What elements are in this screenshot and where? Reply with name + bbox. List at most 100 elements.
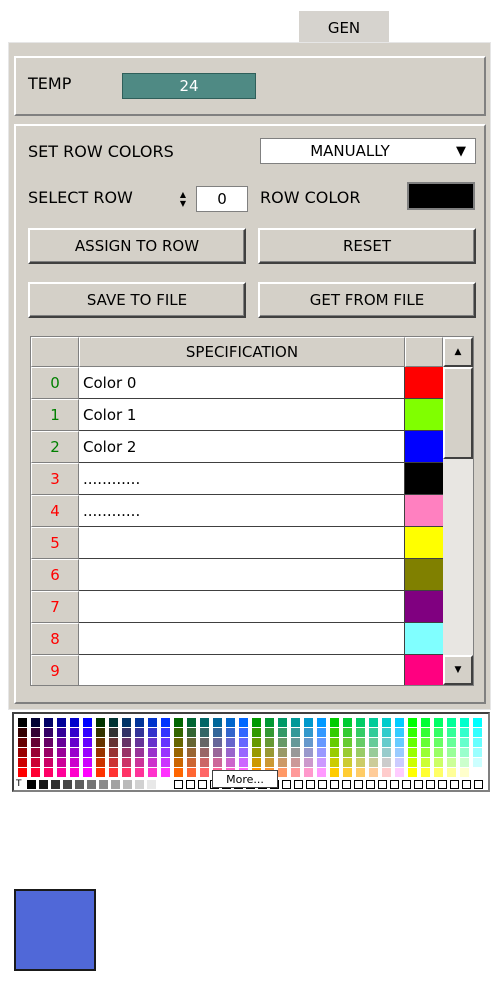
scroll-thumb[interactable] — [443, 367, 473, 459]
row-specification[interactable]: Color 2 — [79, 431, 405, 463]
palette-swatch[interactable] — [187, 758, 196, 767]
palette-swatch[interactable] — [395, 758, 404, 767]
palette-swatch[interactable] — [395, 718, 404, 727]
palette-swatch[interactable] — [304, 738, 313, 747]
row-color-swatch[interactable] — [407, 182, 475, 210]
palette-swatch[interactable] — [31, 768, 40, 777]
row-color-cell[interactable] — [405, 623, 443, 655]
palette-swatch[interactable] — [239, 728, 248, 737]
palette-swatch[interactable] — [18, 728, 27, 737]
palette-swatch[interactable] — [122, 768, 131, 777]
palette-swatch[interactable] — [395, 748, 404, 757]
palette-swatch[interactable] — [278, 738, 287, 747]
palette-swatch[interactable] — [31, 748, 40, 757]
palette-swatch[interactable] — [421, 728, 430, 737]
palette-swatch[interactable] — [57, 768, 66, 777]
palette-swatch[interactable] — [70, 768, 79, 777]
palette-swatch[interactable] — [226, 738, 235, 747]
palette-swatch[interactable] — [317, 728, 326, 737]
palette-swatch[interactable] — [369, 748, 378, 757]
palette-swatch[interactable] — [31, 718, 40, 727]
gray-swatch[interactable] — [75, 780, 84, 789]
row-index[interactable]: 8 — [31, 623, 79, 655]
palette-swatch[interactable] — [83, 768, 92, 777]
palette-swatch[interactable] — [18, 718, 27, 727]
row-color-cell[interactable] — [405, 527, 443, 559]
palette-swatch[interactable] — [96, 728, 105, 737]
palette-swatch[interactable] — [343, 738, 352, 747]
palette-swatch[interactable] — [226, 718, 235, 727]
custom-color-slot[interactable] — [462, 780, 471, 789]
palette-swatch[interactable] — [356, 718, 365, 727]
custom-color-slot[interactable] — [438, 780, 447, 789]
save-to-file-button[interactable]: SAVE TO FILE — [28, 282, 246, 318]
palette-swatch[interactable] — [213, 728, 222, 737]
palette-swatch[interactable] — [96, 768, 105, 777]
gray-swatch[interactable] — [63, 780, 72, 789]
palette-swatch[interactable] — [57, 738, 66, 747]
gray-swatch[interactable] — [51, 780, 60, 789]
palette-swatch[interactable] — [382, 748, 391, 757]
palette-swatch[interactable] — [369, 718, 378, 727]
table-scrollbar[interactable]: ▲ ▼ — [443, 337, 473, 685]
custom-color-slot[interactable] — [282, 780, 291, 789]
palette-swatch[interactable] — [330, 738, 339, 747]
palette-swatch[interactable] — [304, 758, 313, 767]
palette-swatch[interactable] — [161, 718, 170, 727]
palette-swatch[interactable] — [161, 768, 170, 777]
palette-swatch[interactable] — [291, 718, 300, 727]
row-index[interactable]: 4 — [31, 495, 79, 527]
palette-swatch[interactable] — [447, 768, 456, 777]
palette-swatch[interactable] — [434, 748, 443, 757]
palette-swatch[interactable] — [70, 738, 79, 747]
palette-swatch[interactable] — [252, 718, 261, 727]
row-specification[interactable] — [79, 591, 405, 623]
palette-swatch[interactable] — [265, 718, 274, 727]
custom-color-slot[interactable] — [198, 780, 207, 789]
palette-swatch[interactable] — [161, 738, 170, 747]
table-row[interactable]: 0 Color 0 — [31, 367, 443, 399]
palette-swatch[interactable] — [408, 738, 417, 747]
palette-swatch[interactable] — [434, 738, 443, 747]
palette-swatch[interactable] — [18, 758, 27, 767]
palette-swatch[interactable] — [226, 728, 235, 737]
row-color-cell[interactable] — [405, 559, 443, 591]
palette-swatch[interactable] — [317, 738, 326, 747]
palette-swatch[interactable] — [83, 758, 92, 767]
palette-swatch[interactable] — [174, 758, 183, 767]
palette-swatch[interactable] — [343, 758, 352, 767]
row-color-cell[interactable] — [405, 431, 443, 463]
transparent-swatch[interactable]: T — [16, 780, 25, 789]
palette-swatch[interactable] — [343, 718, 352, 727]
palette-swatch[interactable] — [70, 758, 79, 767]
custom-color-slot[interactable] — [318, 780, 327, 789]
custom-color-slot[interactable] — [342, 780, 351, 789]
palette-swatch[interactable] — [291, 758, 300, 767]
get-from-file-button[interactable]: GET FROM FILE — [258, 282, 476, 318]
palette-swatch[interactable] — [330, 748, 339, 757]
custom-color-slot[interactable] — [474, 780, 483, 789]
palette-swatch[interactable] — [421, 768, 430, 777]
palette-swatch[interactable] — [317, 718, 326, 727]
palette-swatch[interactable] — [213, 758, 222, 767]
palette-swatch[interactable] — [213, 738, 222, 747]
palette-swatch[interactable] — [369, 758, 378, 767]
custom-color-slot[interactable] — [186, 780, 195, 789]
row-index[interactable]: 6 — [31, 559, 79, 591]
palette-swatch[interactable] — [278, 758, 287, 767]
palette-swatch[interactable] — [447, 748, 456, 757]
palette-swatch[interactable] — [57, 718, 66, 727]
palette-swatch[interactable] — [18, 748, 27, 757]
palette-swatch[interactable] — [109, 768, 118, 777]
row-index[interactable]: 9 — [31, 655, 79, 685]
gray-swatch[interactable] — [99, 780, 108, 789]
row-specification[interactable]: ............ — [79, 495, 405, 527]
palette-swatch[interactable] — [252, 738, 261, 747]
select-row-input[interactable]: 0 — [196, 186, 248, 212]
chevron-down-icon[interactable]: ▼ — [447, 139, 475, 163]
custom-color-slot[interactable] — [426, 780, 435, 789]
palette-swatch[interactable] — [83, 728, 92, 737]
row-color-cell[interactable] — [405, 591, 443, 623]
row-color-cell[interactable] — [405, 495, 443, 527]
palette-swatch[interactable] — [122, 728, 131, 737]
